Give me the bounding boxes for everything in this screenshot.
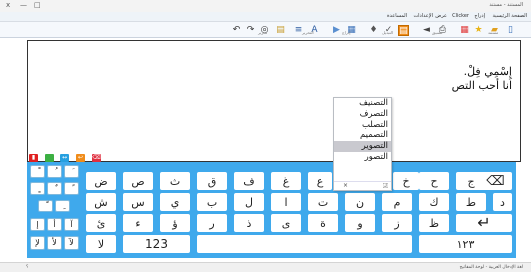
status-input-language: لغة الإدخال العربية - لوحة المفاتيح: [459, 265, 523, 270]
blue-tool-button[interactable]: ↔: [60, 154, 69, 162]
suggestion-item[interactable]: التصنيف: [334, 98, 391, 109]
key-meem[interactable]: م: [382, 193, 412, 211]
menu-bar: الصفحة الرئيسية إدراج Clicker عرض الإعدا…: [0, 12, 531, 22]
maximize-button[interactable]: □: [34, 1, 41, 9]
orange-tool-button[interactable]: ↩: [76, 154, 85, 162]
suggestion-item[interactable]: التصور: [334, 152, 391, 163]
minimize-button[interactable]: —: [20, 1, 27, 9]
key-qaf[interactable]: ق: [197, 172, 227, 190]
window-title: المستند - مستند: [489, 2, 523, 8]
key-yeh[interactable]: ي: [160, 193, 190, 211]
key-sheen[interactable]: ش: [86, 193, 116, 211]
pink-tool-button[interactable]: ⌫: [92, 154, 101, 162]
key-dammatan[interactable]: ٌ: [47, 182, 62, 195]
menu-help[interactable]: المساعدة: [387, 13, 407, 19]
key-lam-alef-madda[interactable]: لآ: [64, 236, 79, 250]
key-lam[interactable]: ل: [234, 193, 264, 211]
document-line-2: انا أحب التص: [451, 79, 512, 92]
key-ain[interactable]: ع: [308, 172, 332, 190]
menu-insert[interactable]: إدراج: [474, 13, 485, 19]
key-fatha[interactable]: َ: [64, 165, 79, 178]
key-alef-maksura[interactable]: ى: [271, 214, 301, 232]
key-hah[interactable]: ح: [419, 172, 449, 190]
group-toggle-label: التبديل: [382, 30, 393, 35]
menu-settings[interactable]: الإعدادات: [413, 13, 433, 19]
numbers-key[interactable]: 123: [123, 235, 190, 253]
key-lam-alef-hamza-below[interactable]: لإ: [30, 236, 45, 250]
group-editing-label: التحرير: [302, 30, 314, 35]
space-key[interactable]: [197, 235, 412, 253]
key-waw[interactable]: و: [345, 214, 375, 232]
key-beh[interactable]: ب: [197, 193, 227, 211]
key-tah[interactable]: ط: [456, 193, 486, 211]
key-yeh-hamza[interactable]: ئ: [86, 214, 116, 232]
key-alef-hamza-above[interactable]: أ: [47, 218, 62, 231]
close-window-button[interactable]: x: [6, 1, 10, 9]
key-reh[interactable]: ر: [197, 214, 227, 232]
suggestion-item[interactable]: التصميم: [334, 130, 391, 141]
key-dad[interactable]: ض: [86, 172, 116, 190]
menu-home[interactable]: الصفحة الرئيسية: [493, 13, 528, 19]
key-lam-alef-hamza-above[interactable]: لأ: [47, 236, 62, 250]
title-bar: x — □ المستند - مستند: [0, 0, 531, 12]
key-ghain[interactable]: غ: [271, 172, 301, 190]
ribbon-group-labels: تحرير التحرير إدراج التبديل تنسيق مستند: [0, 30, 531, 38]
red-tool-button[interactable]: ▮: [29, 154, 38, 162]
key-fathatan[interactable]: ً: [64, 182, 79, 195]
enter-key[interactable]: ↵: [456, 214, 512, 232]
menu-view[interactable]: عرض: [435, 13, 447, 19]
document-line-1: إِسْمِي فِلْ.: [463, 65, 512, 78]
key-alef[interactable]: ا: [271, 193, 301, 211]
suggestion-item-selected[interactable]: التصوير: [334, 141, 391, 152]
key-kasratan[interactable]: ٍ: [30, 182, 45, 195]
key-thal[interactable]: ذ: [234, 214, 264, 232]
key-waw-hamza[interactable]: ؤ: [160, 214, 190, 232]
menu-clicker[interactable]: Clicker: [452, 13, 469, 19]
key-noon[interactable]: ن: [345, 193, 375, 211]
key-shadda[interactable]: ّ: [38, 200, 53, 212]
key-sukun[interactable]: ْ: [30, 165, 45, 178]
key-kasra[interactable]: ِ: [55, 200, 70, 212]
green-tool-button[interactable]: [45, 154, 54, 162]
key-hamza[interactable]: ء: [123, 214, 153, 232]
on-screen-keyboard: ْ ُ َ ٍ ٌ ً ّ ِ إ أ آ لإ لأ لآ ض ص ث ق ف…: [27, 162, 516, 258]
key-khah[interactable]: خ: [393, 172, 419, 190]
key-seen[interactable]: س: [123, 193, 153, 211]
suggestion-item[interactable]: التصلب: [334, 120, 391, 131]
key-zah[interactable]: ظ: [419, 214, 449, 232]
suggestion-item[interactable]: التصرف: [334, 109, 391, 120]
status-bar: ؟ لغة الإدخال العربية - لوحة المفاتيح: [0, 262, 531, 272]
group-edit-label: تحرير: [258, 30, 268, 35]
key-zain[interactable]: ز: [382, 214, 412, 232]
key-kaf[interactable]: ك: [419, 193, 449, 211]
word-suggestions-popup: التصنيف التصرف التصلب التصميم التصوير ال…: [333, 97, 392, 191]
key-lam-alef[interactable]: لا: [86, 235, 116, 253]
backspace-key[interactable]: ⌫: [479, 172, 512, 190]
key-damma[interactable]: ُ: [47, 165, 62, 178]
key-dal[interactable]: د: [493, 193, 512, 211]
document-editor[interactable]: إِسْمِي فِلْ. انا أحب التص: [27, 40, 521, 162]
key-alef-hamza-below[interactable]: إ: [30, 218, 45, 231]
key-teh[interactable]: ت: [308, 193, 338, 211]
key-theh[interactable]: ث: [160, 172, 190, 190]
group-insert-label: إدراج: [342, 30, 351, 35]
key-teh-marbuta[interactable]: ة: [308, 214, 338, 232]
key-alef-madda[interactable]: آ: [64, 218, 79, 231]
status-help: ؟: [26, 265, 29, 270]
arabic-numbers-key[interactable]: ١٢٣: [419, 235, 512, 253]
pin-icon[interactable]: 🇯: [383, 182, 388, 190]
group-document-label: مستند: [488, 30, 499, 35]
suggestions-footer: × 🇯: [334, 181, 391, 190]
key-feh[interactable]: ف: [234, 172, 264, 190]
key-sad[interactable]: ص: [123, 172, 153, 190]
group-format-label: تنسيق: [432, 30, 443, 35]
close-icon[interactable]: ×: [343, 182, 348, 189]
